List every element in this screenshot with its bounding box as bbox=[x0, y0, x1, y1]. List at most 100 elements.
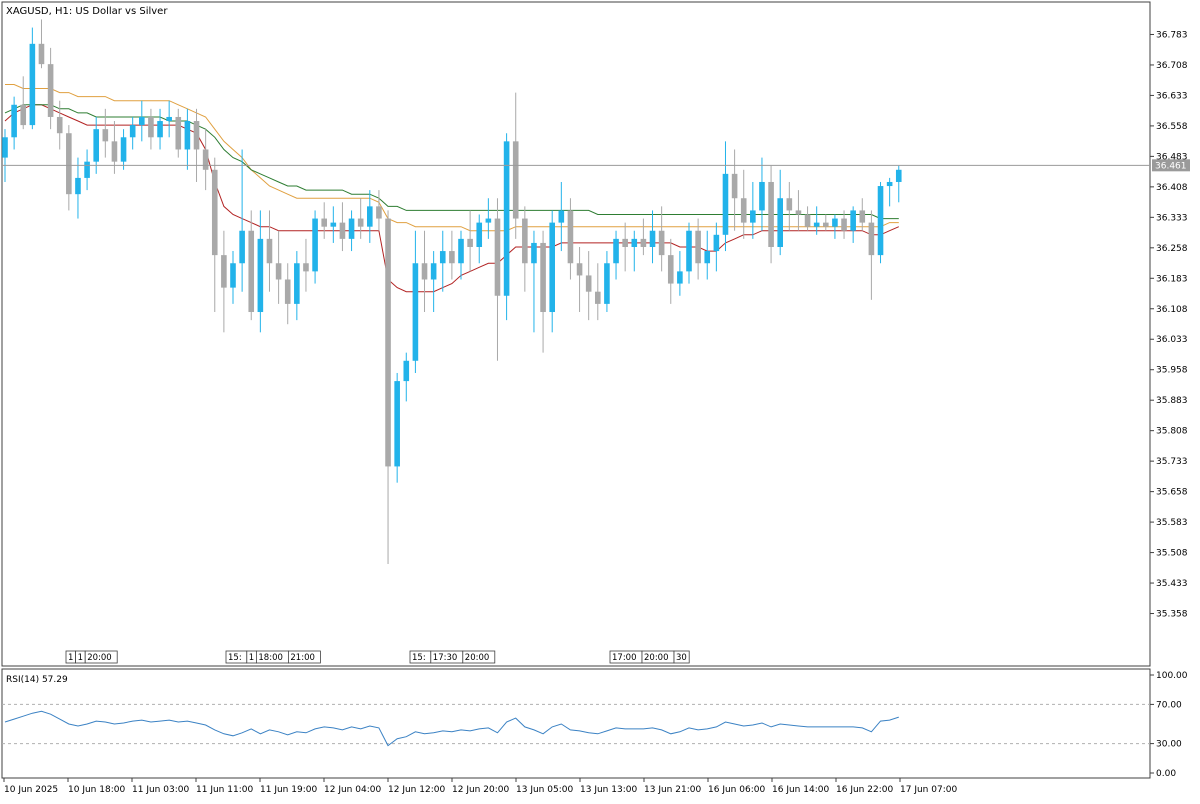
candle-body bbox=[284, 279, 291, 304]
candle-body bbox=[740, 198, 747, 223]
candle-body bbox=[175, 116, 182, 150]
candle-body bbox=[485, 218, 492, 223]
candle-body bbox=[476, 222, 483, 247]
candle-body bbox=[786, 198, 793, 211]
y-tick-label: 36.033 bbox=[1156, 335, 1188, 345]
candle-body bbox=[66, 133, 72, 195]
rsi-tick-label: 100.00 bbox=[1156, 671, 1188, 681]
candle-body bbox=[704, 251, 711, 264]
y-tick-label: 36.333 bbox=[1156, 213, 1188, 223]
candle-body bbox=[394, 381, 400, 467]
candle-body bbox=[412, 263, 419, 361]
y-tick-label: 35.958 bbox=[1156, 366, 1188, 376]
rsi-tick-label: 30.00 bbox=[1156, 740, 1182, 750]
candle-body bbox=[567, 210, 574, 264]
candle bbox=[394, 372, 400, 483]
candle-body bbox=[56, 116, 63, 134]
candle-body bbox=[266, 238, 273, 264]
y-tick-label: 35.883 bbox=[1156, 396, 1188, 406]
event-marker-label: 21:00 bbox=[290, 653, 315, 663]
candle-body bbox=[339, 222, 346, 239]
event-marker-label: 15: bbox=[412, 653, 426, 663]
candle-body bbox=[348, 218, 355, 239]
y-tick-label: 36.108 bbox=[1156, 305, 1188, 315]
candle-body bbox=[275, 263, 282, 280]
candle-body bbox=[184, 121, 191, 150]
candle-body bbox=[832, 218, 838, 227]
time-axis: 10 Jun 2025 10 Jun 18:00 11 Jun 03:00 11 Ju… bbox=[3, 778, 957, 795]
y-tick-label: 36.633 bbox=[1156, 91, 1188, 101]
candle-body bbox=[403, 360, 410, 382]
y-tick-label: 35.808 bbox=[1156, 427, 1188, 437]
candle-body bbox=[139, 116, 145, 126]
y-tick-label: 35.733 bbox=[1156, 457, 1188, 467]
candle-body bbox=[877, 186, 884, 256]
candle-body bbox=[503, 141, 510, 296]
candle-body bbox=[47, 64, 54, 117]
candle-body bbox=[312, 218, 318, 272]
candle-body bbox=[613, 238, 619, 264]
y-tick-label: 35.658 bbox=[1156, 488, 1188, 498]
candle-body bbox=[111, 141, 118, 162]
candle-body bbox=[531, 242, 537, 264]
candle-body bbox=[631, 238, 638, 247]
candle-body bbox=[357, 218, 364, 227]
event-marker-label: 1 bbox=[249, 653, 254, 663]
candle-body bbox=[585, 275, 592, 292]
candle-body bbox=[330, 222, 337, 227]
x-tick-label: 11 Jun 11:00 bbox=[196, 785, 253, 795]
candle-body bbox=[157, 121, 163, 138]
candle-body bbox=[667, 255, 674, 284]
x-tick-label: 10 Jun 18:00 bbox=[68, 785, 125, 795]
candle-body bbox=[731, 173, 738, 199]
y-tick-label: 36.708 bbox=[1156, 61, 1188, 71]
y-tick-label: 35.583 bbox=[1156, 518, 1188, 528]
x-tick-label: 17 Jun 07:00 bbox=[900, 785, 957, 795]
x-tick-label: 12 Jun 20:00 bbox=[452, 785, 509, 795]
candle bbox=[877, 181, 884, 264]
candle-body bbox=[303, 263, 309, 272]
candle-body bbox=[759, 181, 765, 211]
candle-body bbox=[20, 104, 27, 126]
candle-body bbox=[868, 222, 875, 256]
candle-body bbox=[823, 222, 829, 227]
y-tick-label: 36.258 bbox=[1156, 244, 1188, 254]
event-marker-label: 18:00 bbox=[258, 653, 283, 663]
event-marker-label: 20:00 bbox=[87, 653, 112, 663]
y-tick-label: 36.783 bbox=[1156, 30, 1188, 40]
price-axis: 36.78336.70836.63336.55836.48336.40836.3… bbox=[1150, 30, 1188, 620]
candle-body bbox=[604, 263, 610, 304]
candle-body bbox=[193, 121, 200, 150]
chart-canvas[interactable]: 36.78336.70836.63336.55836.48336.40836.3… bbox=[0, 0, 1200, 800]
candle-body bbox=[221, 255, 227, 288]
candle-body bbox=[558, 210, 565, 223]
candle-body bbox=[166, 116, 172, 122]
candle-body bbox=[430, 263, 437, 280]
candle-body bbox=[686, 230, 692, 272]
event-marker-label: 20:00 bbox=[465, 653, 490, 663]
candle-body bbox=[895, 169, 902, 182]
price-chart-window[interactable]: 36.783 36.708 36.633 36.558 36.483 36.408 36.3… bbox=[0, 0, 1200, 800]
candle-body bbox=[622, 238, 628, 247]
candle bbox=[503, 133, 510, 321]
chart-title: XAGUSD, H1: US Dollar vs Silver bbox=[6, 6, 168, 17]
rsi-tick-label: 0.00 bbox=[1156, 769, 1176, 779]
candle-body bbox=[640, 238, 647, 247]
candle-body bbox=[321, 218, 327, 227]
x-tick-label: 12 Jun 04:00 bbox=[324, 785, 381, 795]
candle-body bbox=[120, 137, 127, 162]
candle-body bbox=[230, 263, 236, 288]
y-tick-label: 36.183 bbox=[1156, 274, 1188, 284]
candle-body bbox=[449, 251, 455, 264]
candle-body bbox=[211, 169, 218, 256]
candle-body bbox=[595, 291, 601, 304]
candle-body bbox=[713, 234, 720, 252]
candle-body bbox=[376, 206, 382, 219]
candle-body bbox=[102, 129, 109, 142]
x-tick-label: 10 Jun 2025 bbox=[4, 785, 58, 795]
candle-body bbox=[29, 43, 36, 126]
candle-body bbox=[512, 141, 519, 219]
candle-body bbox=[257, 238, 264, 313]
candle-body bbox=[768, 181, 774, 247]
candle-body bbox=[294, 263, 300, 304]
